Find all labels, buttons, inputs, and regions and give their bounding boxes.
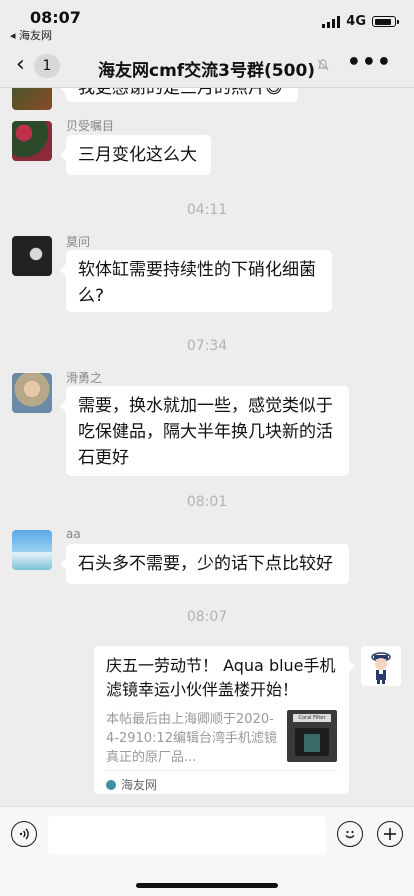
link-card-source-name: 海友网 [121, 778, 158, 792]
battery-icon [372, 16, 399, 27]
avatar[interactable] [12, 236, 52, 276]
link-card-thumbnail: Coral Filter [287, 710, 337, 762]
more-options-icon[interactable]: ••• [347, 50, 392, 75]
message-input[interactable] [48, 816, 326, 854]
message-bubble[interactable]: 需要，换水就加一些，感觉类似于吃保健品，隔大半年换几块新的活石更好 [60, 386, 349, 476]
input-bar [0, 806, 414, 896]
back-to-app-link[interactable]: ◂ 海友网 [10, 27, 52, 43]
back-chevron-icon[interactable]: ‹ [16, 52, 25, 77]
status-right: 4G [322, 14, 399, 29]
source-logo-icon [106, 779, 116, 790]
timestamp: 08:01 [186, 494, 228, 510]
message-bubble[interactable]: 我更感谢的是三月的照片😄 [60, 88, 298, 102]
signal-icon [322, 15, 341, 28]
avatar[interactable] [12, 121, 52, 161]
thumbnail-filter-stripe [304, 734, 320, 752]
sender-name: 莫问 [66, 235, 91, 249]
unread-count-badge[interactable]: 1 [34, 54, 60, 78]
message-bubble[interactable]: 软体缸需要持续性的下硝化细菌么? [60, 250, 332, 312]
network-type: 4G [346, 14, 366, 29]
my-avatar[interactable] [361, 646, 401, 686]
message-bubble[interactable]: 石头多不需要，少的话下点比较好 [60, 544, 349, 584]
sender-name: 贝受嘱目 [66, 119, 115, 133]
sailor-avatar-icon [371, 652, 391, 684]
voice-input-icon[interactable] [11, 821, 37, 847]
avatar[interactable] [12, 373, 52, 413]
avatar[interactable] [12, 530, 52, 570]
emoji-icon[interactable] [337, 821, 363, 847]
thumbnail-label: Coral Filter [293, 714, 331, 722]
chat-title: 海友网cmf交流3号群(500) [98, 61, 316, 81]
mute-bell-icon [316, 58, 330, 76]
status-bar: 08:07 ◂ 海友网 4G [0, 0, 414, 44]
home-indicator [136, 883, 278, 888]
link-card-title: 庆五一劳动节！ Aqua blue手机滤镜幸运小伙伴盖楼开始！ [106, 656, 336, 699]
add-more-icon[interactable] [377, 821, 403, 847]
timestamp: 07:34 [186, 338, 228, 354]
timestamp: 04:11 [186, 202, 228, 218]
link-card-description: 本帖最后由上海卿顺于2020-4-2910:12编辑台湾手机滤镜真正的原厂品..… [106, 712, 277, 765]
link-card-source: 海友网 [106, 770, 337, 793]
status-time: 08:07 [30, 8, 81, 27]
message-bubble[interactable]: 三月变化这么大 [60, 135, 211, 175]
chat-header: ‹ 1 海友网cmf交流3号群(500) ••• [0, 44, 414, 88]
sender-name: aa [66, 527, 81, 541]
link-card[interactable]: 庆五一劳动节！ Aqua blue手机滤镜幸运小伙伴盖楼开始！ 本帖最后由上海卿… [94, 646, 355, 794]
timestamp: 08:07 [186, 609, 228, 625]
avatar[interactable] [12, 88, 52, 110]
sender-name: 滑勇之 [66, 371, 103, 385]
message-list[interactable]: 我更感谢的是三月的照片😄 贝受嘱目 三月变化这么大 04:11 莫问 软体缸需要… [0, 88, 414, 806]
